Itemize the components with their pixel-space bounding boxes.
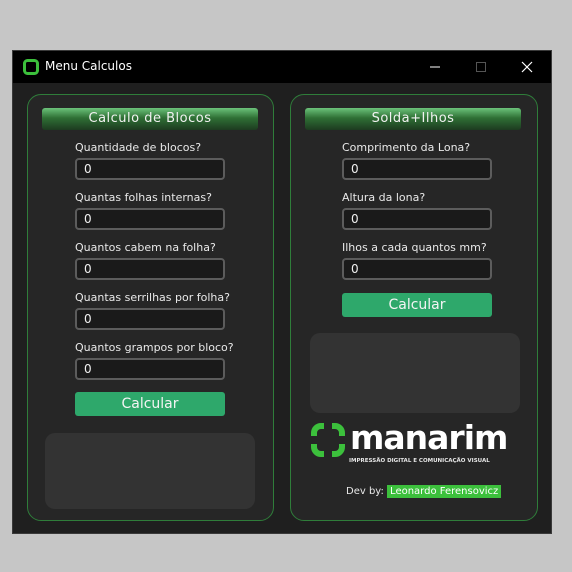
cabem-na-folha-label: Quantos cabem na folha?	[75, 241, 216, 254]
solda-calcular-button[interactable]: Calcular	[342, 293, 492, 317]
close-icon	[521, 61, 533, 73]
close-button[interactable]	[504, 51, 550, 83]
maximize-icon	[476, 62, 486, 72]
ilhos-intervalo-label: Ilhos a cada quantos mm?	[342, 241, 487, 254]
minimize-button[interactable]	[412, 51, 458, 83]
developer-prefix: Dev by:	[346, 486, 384, 497]
folhas-internas-input[interactable]	[75, 208, 225, 230]
solda-panel: Solda+Ilhos Comprimento da Lona? Altura …	[290, 94, 538, 521]
app-icon	[23, 59, 39, 75]
maximize-button[interactable]	[458, 51, 504, 83]
solda-result-box	[310, 333, 520, 413]
manarim-logo: manarim IMPRESSÃO DIGITAL E COMUNICAÇÃO …	[308, 420, 518, 468]
quantidade-blocos-input[interactable]	[75, 158, 225, 180]
folhas-internas-label: Quantas folhas internas?	[75, 191, 212, 204]
blocos-calcular-button[interactable]: Calcular	[75, 392, 225, 416]
solda-panel-header: Solda+Ilhos	[305, 108, 521, 130]
comprimento-lona-label: Comprimento da Lona?	[342, 141, 471, 154]
quantidade-blocos-label: Quantidade de blocos?	[75, 141, 202, 154]
logo-tagline: IMPRESSÃO DIGITAL E COMUNICAÇÃO VISUAL	[349, 458, 490, 464]
blocos-panel-header: Calculo de Blocos	[42, 108, 258, 130]
title-bar[interactable]: Menu Calculos	[13, 51, 551, 83]
altura-lona-label: Altura da lona?	[342, 191, 426, 204]
developer-name: Leonardo Ferensovicz	[387, 485, 502, 498]
serrilhas-por-folha-input[interactable]	[75, 308, 225, 330]
manarim-logo-icon	[310, 422, 346, 458]
grampos-por-bloco-input[interactable]	[75, 358, 225, 380]
comprimento-lona-input[interactable]	[342, 158, 492, 180]
window-title: Menu Calculos	[45, 59, 132, 73]
logo-wordmark: manarim	[350, 418, 508, 457]
altura-lona-input[interactable]	[342, 208, 492, 230]
cabem-na-folha-input[interactable]	[75, 258, 225, 280]
minimize-icon	[430, 66, 440, 68]
blocos-panel: Calculo de Blocos Quantidade de blocos? …	[27, 94, 274, 521]
serrilhas-por-folha-label: Quantas serrilhas por folha?	[75, 291, 230, 304]
blocos-result-box	[45, 433, 255, 509]
developer-credit: Dev by: Leonardo Ferensovicz	[346, 485, 502, 498]
app-window: Menu Calculos Calculo de Blocos Quantida…	[12, 50, 552, 534]
grampos-por-bloco-label: Quantos grampos por bloco?	[75, 341, 234, 354]
ilhos-intervalo-input[interactable]	[342, 258, 492, 280]
